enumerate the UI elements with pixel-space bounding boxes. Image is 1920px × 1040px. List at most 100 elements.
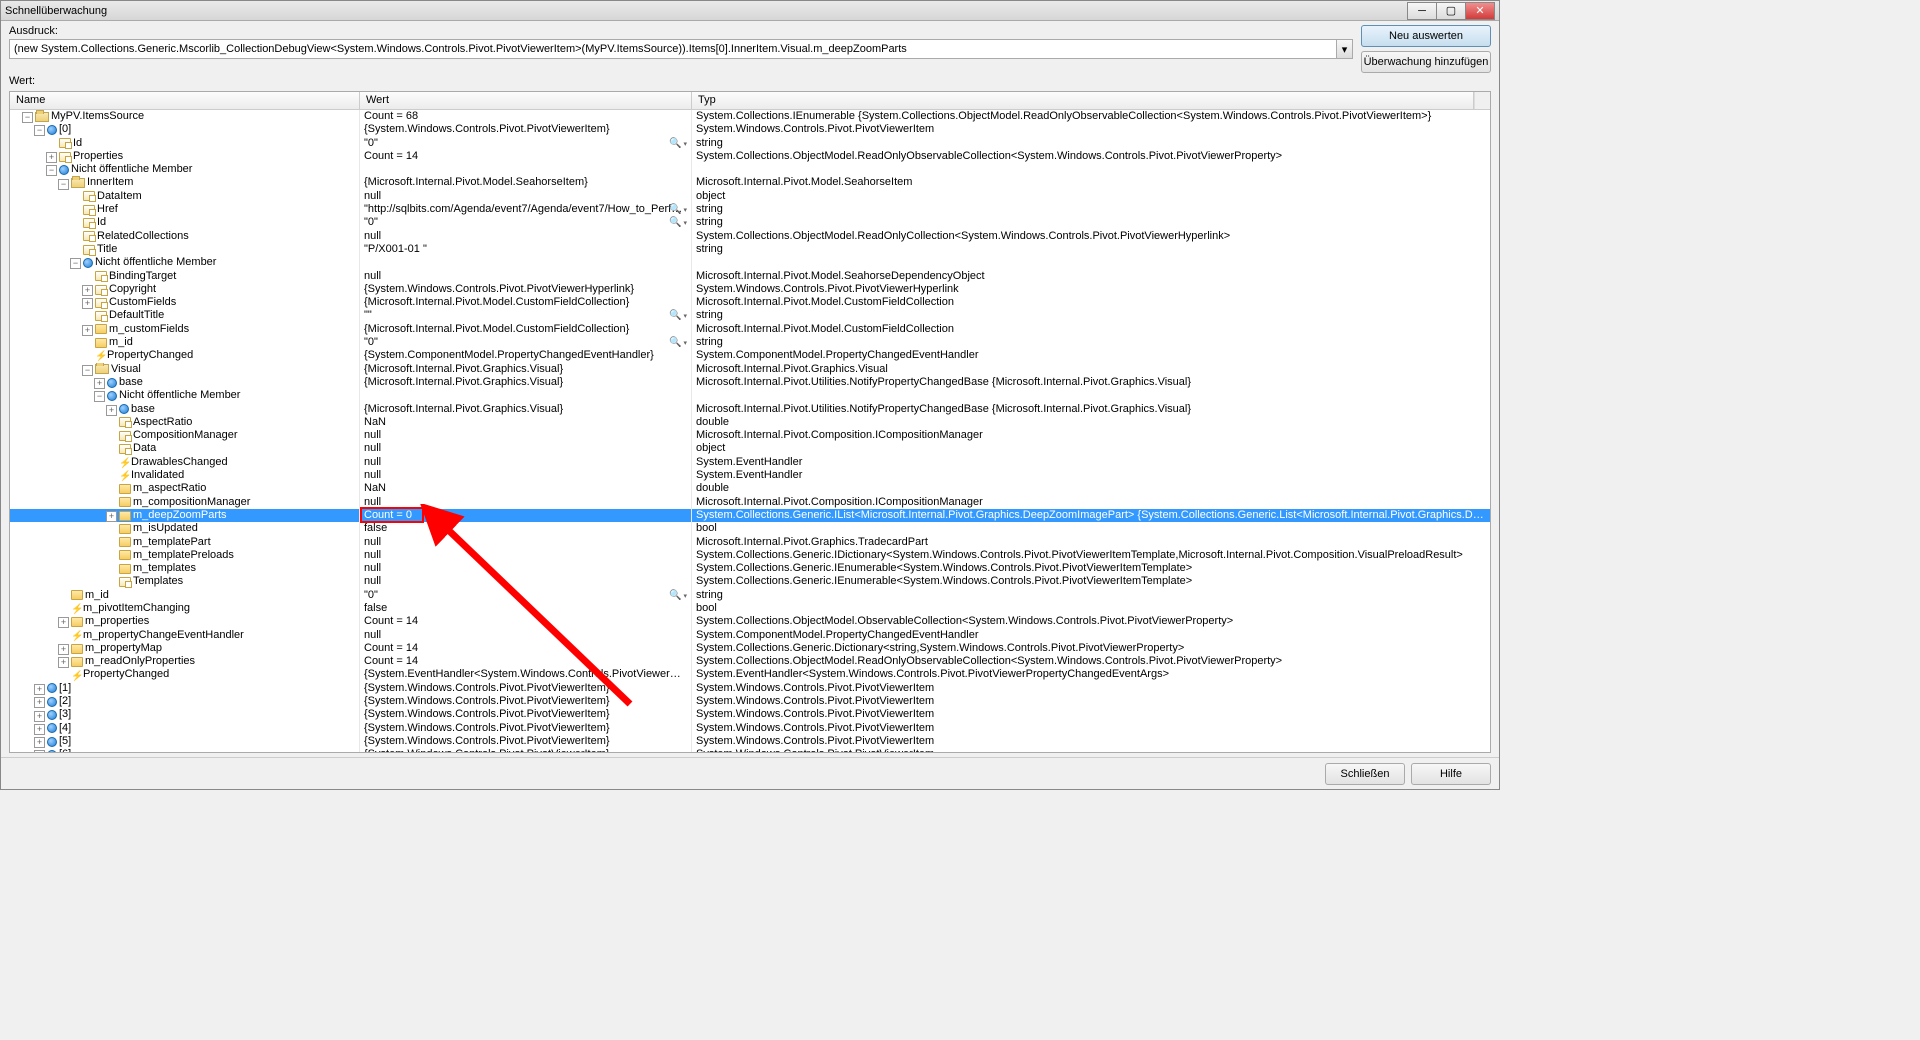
tree-toggle[interactable]: [46, 164, 57, 175]
tree-toggle[interactable]: [34, 749, 45, 752]
row-type: System.Windows.Controls.Pivot.PivotViewe…: [696, 748, 934, 752]
table-row[interactable]: DefaultTitle""🔍string: [10, 309, 1490, 322]
table-row[interactable]: BindingTargetnullMicrosoft.Internal.Pivo…: [10, 270, 1490, 283]
table-row[interactable]: m_pivotItemChangingfalsebool: [10, 602, 1490, 615]
tree-toggle[interactable]: [58, 616, 69, 627]
table-row[interactable]: [4]{System.Windows.Controls.Pivot.PivotV…: [10, 722, 1490, 735]
table-row[interactable]: m_id"0"🔍string: [10, 336, 1490, 349]
grid-body[interactable]: MyPV.ItemsSourceCount = 68System.Collect…: [10, 110, 1490, 752]
tree-toggle[interactable]: [94, 390, 105, 401]
tree-toggle[interactable]: [22, 111, 33, 122]
table-row[interactable]: DrawablesChangednullSystem.EventHandler: [10, 456, 1490, 469]
tree-toggle[interactable]: [82, 324, 93, 335]
tree-toggle[interactable]: [70, 257, 81, 268]
tree-toggle[interactable]: [34, 683, 45, 694]
table-row[interactable]: m_propertiesCount = 14System.Collections…: [10, 615, 1490, 628]
tree-toggle[interactable]: [34, 124, 45, 135]
table-row[interactable]: Copyright{System.Windows.Controls.Pivot.…: [10, 283, 1490, 296]
visualizer-icon[interactable]: 🔍: [669, 309, 687, 322]
table-row[interactable]: [2]{System.Windows.Controls.Pivot.PivotV…: [10, 695, 1490, 708]
table-row[interactable]: MyPV.ItemsSourceCount = 68System.Collect…: [10, 110, 1490, 123]
table-row[interactable]: m_aspectRatioNaNdouble: [10, 482, 1490, 495]
table-row[interactable]: [3]{System.Windows.Controls.Pivot.PivotV…: [10, 708, 1490, 721]
maximize-button[interactable]: ▢: [1436, 2, 1466, 20]
table-row[interactable]: m_deepZoomPartsCount = 0System.Collectio…: [10, 509, 1490, 522]
visualizer-icon[interactable]: 🔍: [669, 137, 687, 150]
table-row[interactable]: base{Microsoft.Internal.Pivot.Graphics.V…: [10, 376, 1490, 389]
table-row[interactable]: [5]{System.Windows.Controls.Pivot.PivotV…: [10, 735, 1490, 748]
table-row[interactable]: CompositionManagernullMicrosoft.Internal…: [10, 429, 1490, 442]
tree-toggle[interactable]: [82, 284, 93, 295]
table-row[interactable]: Visual{Microsoft.Internal.Pivot.Graphics…: [10, 363, 1490, 376]
tree-toggle[interactable]: [34, 696, 45, 707]
expression-dropdown[interactable]: ▾: [1337, 39, 1353, 59]
table-row[interactable]: m_customFields{Microsoft.Internal.Pivot.…: [10, 323, 1490, 336]
tree-toggle[interactable]: [106, 404, 117, 415]
close-dialog-button[interactable]: Schließen: [1325, 763, 1405, 785]
table-row[interactable]: Nicht öffentliche Member: [10, 389, 1490, 402]
visualizer-icon[interactable]: 🔍: [669, 216, 687, 229]
row-value: null: [364, 496, 381, 508]
expression-input[interactable]: [9, 39, 1337, 59]
table-row[interactable]: Title"P/X001-01 "string: [10, 243, 1490, 256]
table-row[interactable]: Href"http://sqlbits.com/Agenda/event7/Ag…: [10, 203, 1490, 216]
table-row[interactable]: TemplatesnullSystem.Collections.Generic.…: [10, 575, 1490, 588]
tree-toggle[interactable]: [46, 151, 57, 162]
tree-toggle[interactable]: [34, 736, 45, 747]
tree-toggle[interactable]: [94, 377, 105, 388]
visualizer-icon[interactable]: 🔍: [669, 589, 687, 602]
table-row[interactable]: m_templatePreloadsnullSystem.Collections…: [10, 549, 1490, 562]
table-row[interactable]: PropertyChanged{System.ComponentModel.Pr…: [10, 349, 1490, 362]
table-row[interactable]: m_propertyMapCount = 14System.Collection…: [10, 642, 1490, 655]
add-watch-button[interactable]: Überwachung hinzufügen: [1361, 51, 1491, 73]
row-value: {System.Windows.Controls.Pivot.PivotView…: [364, 682, 610, 694]
col-wert[interactable]: Wert: [360, 92, 692, 109]
table-row[interactable]: m_readOnlyPropertiesCount = 14System.Col…: [10, 655, 1490, 668]
table-row[interactable]: base{Microsoft.Internal.Pivot.Graphics.V…: [10, 403, 1490, 416]
row-value: "0": [364, 216, 378, 228]
reevaluate-button[interactable]: Neu auswerten: [1361, 25, 1491, 47]
table-row[interactable]: PropertyChanged{System.EventHandler<Syst…: [10, 668, 1490, 681]
tree-toggle[interactable]: [58, 656, 69, 667]
tree-toggle[interactable]: [106, 510, 117, 521]
tree-toggle[interactable]: [82, 364, 93, 375]
table-row[interactable]: InvalidatednullSystem.EventHandler: [10, 469, 1490, 482]
tree-toggle[interactable]: [58, 643, 69, 654]
col-name[interactable]: Name: [10, 92, 360, 109]
table-row[interactable]: [1]{System.Windows.Controls.Pivot.PivotV…: [10, 682, 1490, 695]
table-row[interactable]: AspectRatioNaNdouble: [10, 416, 1490, 429]
table-row[interactable]: m_id"0"🔍string: [10, 589, 1490, 602]
row-name: DefaultTitle: [109, 309, 164, 322]
table-row[interactable]: PropertiesCount = 14System.Collections.O…: [10, 150, 1490, 163]
table-row[interactable]: Id"0"🔍string: [10, 216, 1490, 229]
visualizer-icon[interactable]: 🔍: [669, 203, 687, 216]
minimize-button[interactable]: ─: [1407, 2, 1437, 20]
table-row[interactable]: Id"0"🔍string: [10, 137, 1490, 150]
close-button[interactable]: ✕: [1465, 2, 1495, 20]
tree-toggle[interactable]: [34, 710, 45, 721]
table-row[interactable]: m_isUpdatedfalsebool: [10, 522, 1490, 535]
table-row[interactable]: RelatedCollectionsnullSystem.Collections…: [10, 230, 1490, 243]
table-row[interactable]: m_propertyChangeEventHandlernullSystem.C…: [10, 629, 1490, 642]
row-type: string: [696, 309, 723, 321]
tree-toggle[interactable]: [82, 297, 93, 308]
table-row[interactable]: [0]{System.Windows.Controls.Pivot.PivotV…: [10, 123, 1490, 136]
table-row[interactable]: m_templatesnullSystem.Collections.Generi…: [10, 562, 1490, 575]
row-value: "0": [364, 137, 378, 149]
row-type: Microsoft.Internal.Pivot.Composition.ICo…: [696, 429, 983, 441]
table-row[interactable]: [6]{System.Windows.Controls.Pivot.PivotV…: [10, 748, 1490, 752]
table-row[interactable]: Datanullobject: [10, 442, 1490, 455]
table-row[interactable]: m_templatePartnullMicrosoft.Internal.Piv…: [10, 536, 1490, 549]
help-button[interactable]: Hilfe: [1411, 763, 1491, 785]
table-row[interactable]: DataItemnullobject: [10, 190, 1490, 203]
table-row[interactable]: Nicht öffentliche Member: [10, 256, 1490, 269]
col-typ[interactable]: Typ: [692, 92, 1474, 109]
table-row[interactable]: InnerItem{Microsoft.Internal.Pivot.Model…: [10, 176, 1490, 189]
table-row[interactable]: Nicht öffentliche Member: [10, 163, 1490, 176]
titlebar[interactable]: Schnellüberwachung ─ ▢ ✕: [1, 1, 1499, 21]
tree-toggle[interactable]: [34, 723, 45, 734]
table-row[interactable]: CustomFields{Microsoft.Internal.Pivot.Mo…: [10, 296, 1490, 309]
tree-toggle[interactable]: [58, 178, 69, 189]
visualizer-icon[interactable]: 🔍: [669, 336, 687, 349]
table-row[interactable]: m_compositionManagernullMicrosoft.Intern…: [10, 496, 1490, 509]
